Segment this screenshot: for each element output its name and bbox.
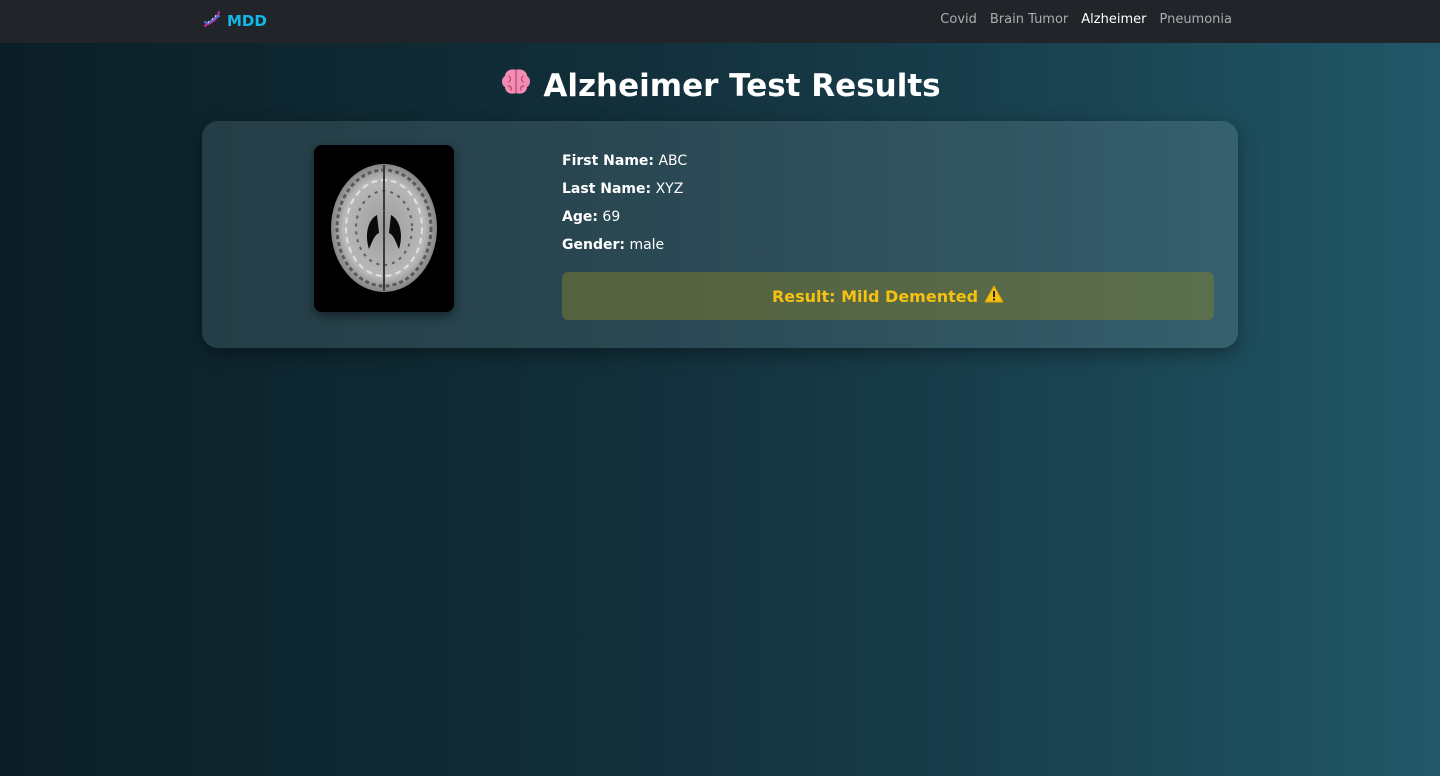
- dna-icon: [201, 8, 223, 34]
- first-name-value: ABC: [658, 153, 688, 169]
- gender-label: Gender:: [562, 237, 625, 253]
- result-text: Result: Mild Demented: [771, 286, 979, 306]
- age-value: 69: [602, 209, 621, 225]
- result-card: First Name: ABC Last Name: XYZ Age: 69 G…: [202, 121, 1238, 348]
- nav-link-brain-tumor[interactable]: Brain Tumor: [990, 12, 1068, 27]
- mri-scan-image: [314, 145, 454, 312]
- warning-icon: [984, 285, 1004, 307]
- gender-row: Gender: male: [562, 235, 687, 263]
- nav-links: Covid Brain Tumor Alzheimer Pneumonia: [940, 12, 1232, 27]
- last-name-value: XYZ: [655, 181, 684, 197]
- brand-label: MDD: [227, 12, 267, 30]
- result-alert: Result: Mild Demented: [562, 272, 1214, 320]
- page-title: Alzheimer Test Results: [0, 65, 1440, 107]
- first-name-row: First Name: ABC: [562, 151, 687, 179]
- page-title-text: Alzheimer Test Results: [543, 68, 941, 104]
- gender-value: male: [629, 237, 665, 253]
- brain-icon: [499, 65, 533, 107]
- last-name-row: Last Name: XYZ: [562, 179, 687, 207]
- patient-info: First Name: ABC Last Name: XYZ Age: 69 G…: [562, 151, 687, 263]
- brand-link[interactable]: MDD: [201, 9, 267, 33]
- first-name-label: First Name:: [562, 153, 655, 169]
- age-row: Age: 69: [562, 207, 687, 235]
- age-label: Age:: [562, 209, 598, 225]
- nav-link-alzheimer[interactable]: Alzheimer: [1081, 12, 1146, 27]
- navbar: MDD Covid Brain Tumor Alzheimer Pneumoni…: [0, 0, 1440, 43]
- last-name-label: Last Name:: [562, 181, 652, 197]
- nav-link-pneumonia[interactable]: Pneumonia: [1159, 12, 1232, 27]
- nav-link-covid[interactable]: Covid: [940, 12, 977, 27]
